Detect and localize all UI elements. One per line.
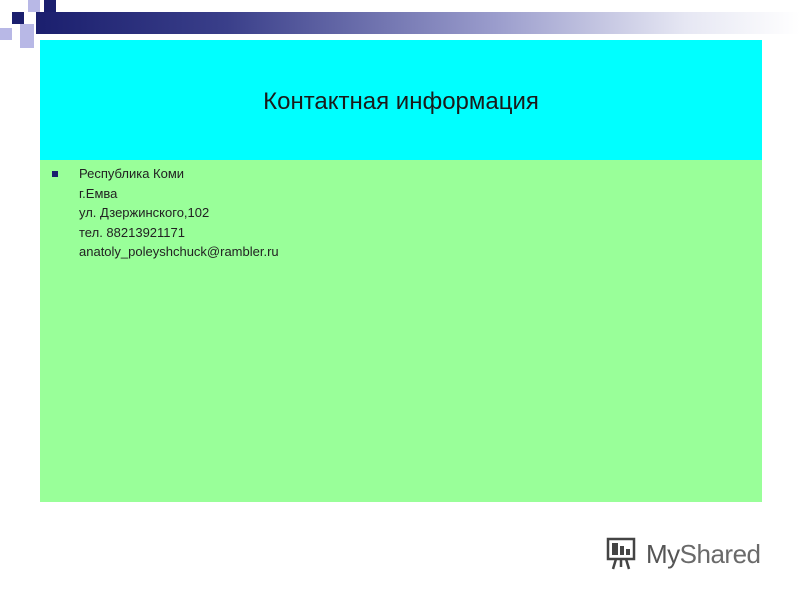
contact-city-text: г.Емва: [79, 185, 118, 201]
square-bullet-icon: [52, 171, 58, 177]
logo-text-suffix: Shared: [679, 538, 761, 569]
contact-line-region: Республика Коми: [48, 164, 279, 184]
title-panel: Контактная информация: [40, 40, 762, 160]
logo-wordmark: MyShared: [646, 539, 761, 570]
contact-phone-text: тел. 88213921171: [79, 224, 185, 240]
contact-list: Республика Коми г.Емва ул. Дзержинского,…: [48, 164, 279, 262]
corner-square-navy: [12, 12, 24, 24]
corner-square-lavender: [28, 0, 40, 12]
slide-title: Контактная информация: [263, 88, 539, 115]
contact-line-street: ул. Дзержинского,102: [48, 203, 279, 223]
corner-square-lavender-3: [0, 28, 12, 40]
contact-line-phone: тел. 88213921171: [48, 223, 279, 243]
content-panel: Республика Коми г.Емва ул. Дзержинского,…: [40, 160, 762, 502]
corner-square-lavender-2: [20, 24, 34, 48]
presentation-board-icon: [606, 537, 636, 570]
header-gradient-bar: [36, 12, 800, 34]
contact-street-text: ул. Дзержинского,102: [79, 205, 210, 220]
contact-email-link[interactable]: anatoly_poleyshchuck@rambler.ru: [79, 244, 279, 259]
logo-text-prefix: My: [646, 538, 680, 569]
contact-region-text: Республика Коми: [79, 166, 185, 181]
contact-line-city: г.Емва: [48, 184, 279, 204]
myshared-logo[interactable]: MyShared: [606, 536, 761, 572]
contact-line-email[interactable]: anatoly_poleyshchuck@rambler.ru: [48, 242, 279, 262]
